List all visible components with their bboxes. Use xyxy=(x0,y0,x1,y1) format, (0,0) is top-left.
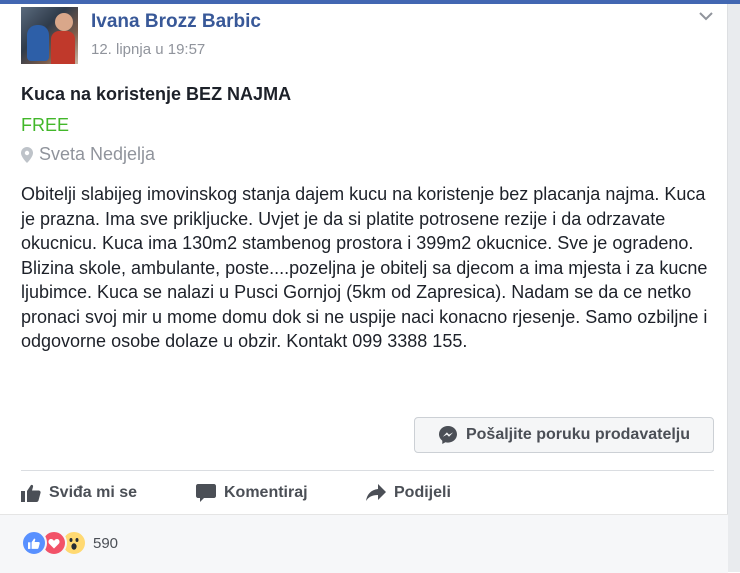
listing-price: FREE xyxy=(21,115,70,135)
like-button[interactable]: Sviđa mi se xyxy=(21,481,137,505)
chevron-down-icon[interactable] xyxy=(698,9,714,23)
location-label: Sveta Nedjelja xyxy=(39,144,156,164)
reaction-count[interactable]: 590 xyxy=(93,535,118,552)
comment-label: Komentiraj xyxy=(224,484,308,501)
messenger-icon xyxy=(438,426,457,444)
listing-description: Obitelji slabijeg imovinskog stanja daje… xyxy=(21,184,708,351)
comment-bubble-icon xyxy=(196,484,216,502)
comment-button[interactable]: Komentiraj xyxy=(196,481,308,505)
avatar[interactable] xyxy=(21,7,78,64)
share-button[interactable]: Podijeli xyxy=(366,481,451,505)
share-arrow-icon xyxy=(366,484,386,501)
map-pin-icon xyxy=(21,146,33,163)
like-label: Sviđa mi se xyxy=(49,484,138,501)
author-name[interactable]: Ivana Brozz Barbic xyxy=(91,11,261,33)
top-bar xyxy=(0,0,740,4)
thumbs-up-icon xyxy=(21,484,41,502)
share-label: Podijeli xyxy=(394,484,451,501)
send-message-label: Pošaljite poruku prodavatelju xyxy=(465,426,691,443)
reaction-summary[interactable]: 590 xyxy=(21,530,118,556)
listing-title: Kuca na koristenje BEZ NAJMA xyxy=(21,84,292,104)
like-reaction-icon xyxy=(21,530,47,556)
divider xyxy=(21,470,714,471)
post-timestamp[interactable]: 12. lipnja u 19:57 xyxy=(91,41,205,58)
send-message-button[interactable]: Pošaljite poruku prodavatelju xyxy=(414,417,714,453)
scrollbar[interactable] xyxy=(727,4,740,572)
listing-location: Sveta Nedjelja xyxy=(21,144,155,165)
